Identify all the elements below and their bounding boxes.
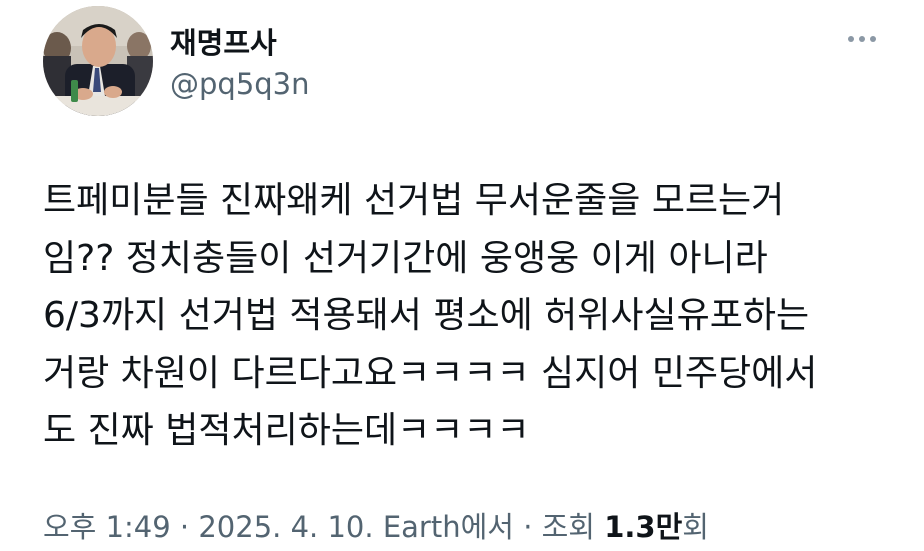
more-horizontal-icon xyxy=(848,36,876,42)
tweet-card: 재명프사 @pq5q3n 트페미분들 진짜왜케 선거법 무서운줄을 모르는거 임… xyxy=(0,0,924,551)
views-label: 조회 xyxy=(541,510,595,544)
meta-separator: · xyxy=(523,510,533,544)
user-handle[interactable]: @pq5q3n xyxy=(170,67,310,101)
views-suffix: 회 xyxy=(682,510,709,544)
source-label: Earth에서 xyxy=(382,510,514,544)
avatar[interactable] xyxy=(43,6,153,116)
timestamp[interactable]: 오후 1:49 · 2025. 4. 10. xyxy=(43,510,374,544)
more-options-button[interactable] xyxy=(840,26,884,52)
profile-photo-icon xyxy=(43,6,153,116)
views-count: 1.3만 xyxy=(604,510,683,544)
tweet-text: 트페미분들 진짜왜케 선거법 무서운줄을 모르는거 임?? 정치충들이 선거기간… xyxy=(43,180,818,451)
tweet-meta: 오후 1:49 · 2025. 4. 10. Earth에서 · 조회 1.3만… xyxy=(43,504,709,546)
display-name[interactable]: 재명프사 xyxy=(170,20,277,62)
